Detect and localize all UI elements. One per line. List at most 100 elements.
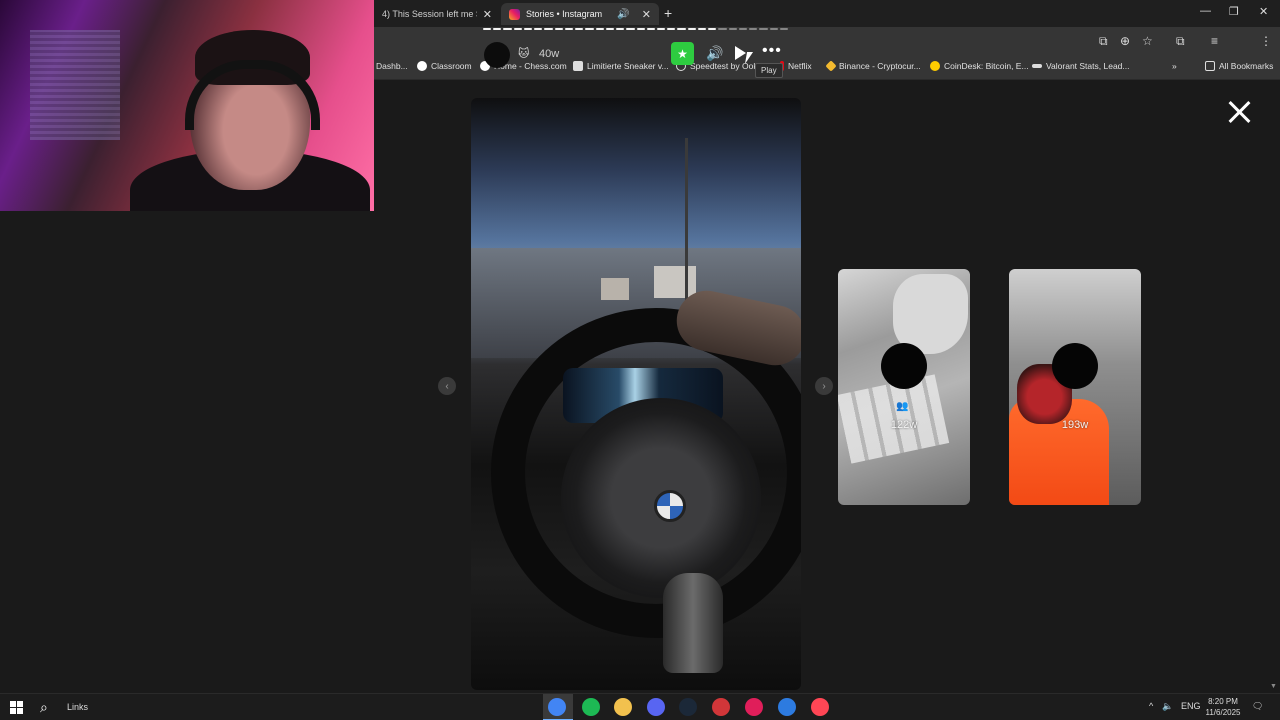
progress-segment: [718, 28, 727, 30]
story-thumbnail[interactable]: 193w: [1009, 269, 1141, 505]
speaker-icon[interactable]: 🔊: [617, 9, 629, 20]
close-tab-icon[interactable]: ✕: [483, 8, 492, 21]
app-blue-icon[interactable]: [778, 698, 796, 716]
media-control-icon[interactable]: ≡: [1211, 34, 1218, 48]
tab-title: 4) This Session left me SPEECH: [382, 9, 477, 19]
progress-segment: [554, 28, 563, 30]
scroll-down-arrow[interactable]: ▼: [1270, 683, 1277, 690]
light-pole: [685, 138, 688, 308]
next-story-button[interactable]: ›: [815, 377, 833, 395]
volume-button[interactable]: 🔊: [706, 45, 723, 62]
car-logo: [654, 490, 686, 522]
window-blind: [30, 30, 120, 140]
new-tab-button[interactable]: +: [664, 5, 672, 21]
progress-segment: [626, 28, 635, 30]
clock-date: 11/6/2025: [1205, 708, 1241, 717]
folder-icon: [1205, 61, 1215, 71]
notification-icon[interactable]: 🗨: [1252, 701, 1263, 712]
story-time-ago: 40w: [539, 48, 560, 60]
steam-icon[interactable]: [679, 698, 697, 716]
building: [601, 278, 629, 300]
discord-icon[interactable]: [647, 698, 665, 716]
progress-segment: [677, 28, 686, 30]
progress-segment: [595, 28, 604, 30]
binance-icon: [825, 60, 837, 72]
progress-segment: [513, 28, 522, 30]
tab-title: Stories • Instagram: [526, 9, 603, 19]
thumbnail-time-ago: 193w: [1061, 419, 1089, 431]
volume-icon[interactable]: 🔈: [1162, 701, 1173, 712]
bookmark-dashboard[interactable]: Dashb...: [376, 61, 408, 71]
windows-taskbar: ⌕ Links ^ 🔈 ENG 8:20 PM 11/6/2025 🗨: [0, 693, 1280, 720]
restore-button[interactable]: ❐: [1229, 5, 1239, 18]
bookmark-binance[interactable]: Binance - Cryptocur...: [825, 60, 921, 72]
browser-menu-icon[interactable]: ⋮: [1260, 34, 1272, 48]
windows-start-icon[interactable]: [10, 701, 23, 714]
progress-segment: [759, 28, 768, 30]
story-avatar[interactable]: [484, 42, 510, 68]
webcam-overlay: [0, 0, 374, 211]
star-icon: ★: [677, 46, 688, 61]
gear-shifter: [663, 573, 723, 673]
chrome-icon[interactable]: [548, 698, 566, 716]
bookmark-valorant[interactable]: Valorant Stats, Lead...: [1032, 61, 1129, 71]
story-media[interactable]: [471, 98, 801, 690]
close-tab-icon[interactable]: ✕: [642, 8, 651, 21]
bookmark-sneaker[interactable]: Limitierte Sneaker v...: [573, 61, 669, 71]
progress-segment: [779, 28, 789, 30]
more-options-icon[interactable]: •••: [762, 42, 782, 60]
clock-time: 8:20 PM: [1208, 697, 1238, 706]
riot-icon[interactable]: [712, 698, 730, 716]
progress-segment: [656, 28, 666, 30]
cast-icon[interactable]: ⧉: [1099, 34, 1108, 49]
play-icon[interactable]: [735, 46, 746, 60]
progress-segment: [605, 28, 615, 30]
instagram-icon: [509, 8, 520, 20]
tab-youtube[interactable]: 4) This Session left me SPEECH ✕: [374, 3, 500, 25]
zoom-icon[interactable]: ⊕: [1120, 34, 1130, 48]
bookmark-label: Valorant Stats, Lead...: [1046, 61, 1130, 71]
play-tooltip: Play: [755, 63, 783, 78]
file-explorer-icon[interactable]: [614, 698, 632, 716]
progress-segment: [646, 28, 655, 30]
minimize-button[interactable]: —: [1200, 5, 1211, 17]
bookmark-classroom[interactable]: Classroom: [417, 61, 472, 71]
progress-segment: [564, 28, 574, 30]
taskbar-search-label[interactable]: Links: [67, 702, 88, 712]
bookmark-label: CoinDesk: Bitcoin, E...: [944, 61, 1029, 71]
tray-overflow-icon[interactable]: ^: [1149, 701, 1153, 711]
search-icon[interactable]: ⌕: [40, 699, 48, 716]
tracker-icon: [1032, 64, 1042, 68]
screen: 4) This Session left me SPEECH ✕ Stories…: [0, 0, 1280, 720]
story-thumbnail[interactable]: 👥 122w: [838, 269, 970, 505]
bookmark-coindesk[interactable]: CoinDesk: Bitcoin, E...: [930, 61, 1029, 71]
close-window-button[interactable]: ✕: [1259, 5, 1268, 18]
bookmark-netflix[interactable]: Netflix: [780, 61, 812, 71]
all-bookmarks[interactable]: All Bookmarks: [1205, 61, 1273, 71]
progress-segment: [616, 28, 625, 30]
slack-icon[interactable]: [745, 698, 763, 716]
bookmarks-overflow[interactable]: »: [1172, 61, 1177, 71]
bookmark-star-icon[interactable]: ☆: [1142, 34, 1153, 48]
spotify-icon[interactable]: [582, 698, 600, 716]
taskbar-clock[interactable]: 8:20 PM 11/6/2025: [1203, 696, 1243, 718]
close-story-icon[interactable]: [1226, 98, 1254, 126]
progress-segment: [697, 28, 707, 30]
progress-segment: [749, 28, 758, 30]
bookmark-label: Classroom: [431, 61, 472, 71]
close-friends-star-button[interactable]: ★: [671, 42, 694, 65]
coindesk-icon: [930, 61, 940, 71]
users-icon: 👥: [896, 401, 909, 412]
progress-segment: [769, 28, 778, 30]
progress-segment: [687, 28, 696, 30]
extensions-icon[interactable]: ⧉: [1176, 34, 1185, 49]
tab-instagram-stories[interactable]: Stories • Instagram 🔊 ✕: [501, 3, 659, 25]
progress-segment: [585, 28, 594, 30]
previous-story-button[interactable]: ‹: [438, 377, 456, 395]
progress-segment: [708, 28, 717, 30]
progress-segment: [667, 28, 676, 30]
language-indicator[interactable]: ENG: [1181, 701, 1201, 711]
bookmark-label: Binance - Cryptocur...: [839, 61, 921, 71]
valorant-tracker-icon[interactable]: [811, 698, 829, 716]
progress-segment: [738, 28, 748, 30]
